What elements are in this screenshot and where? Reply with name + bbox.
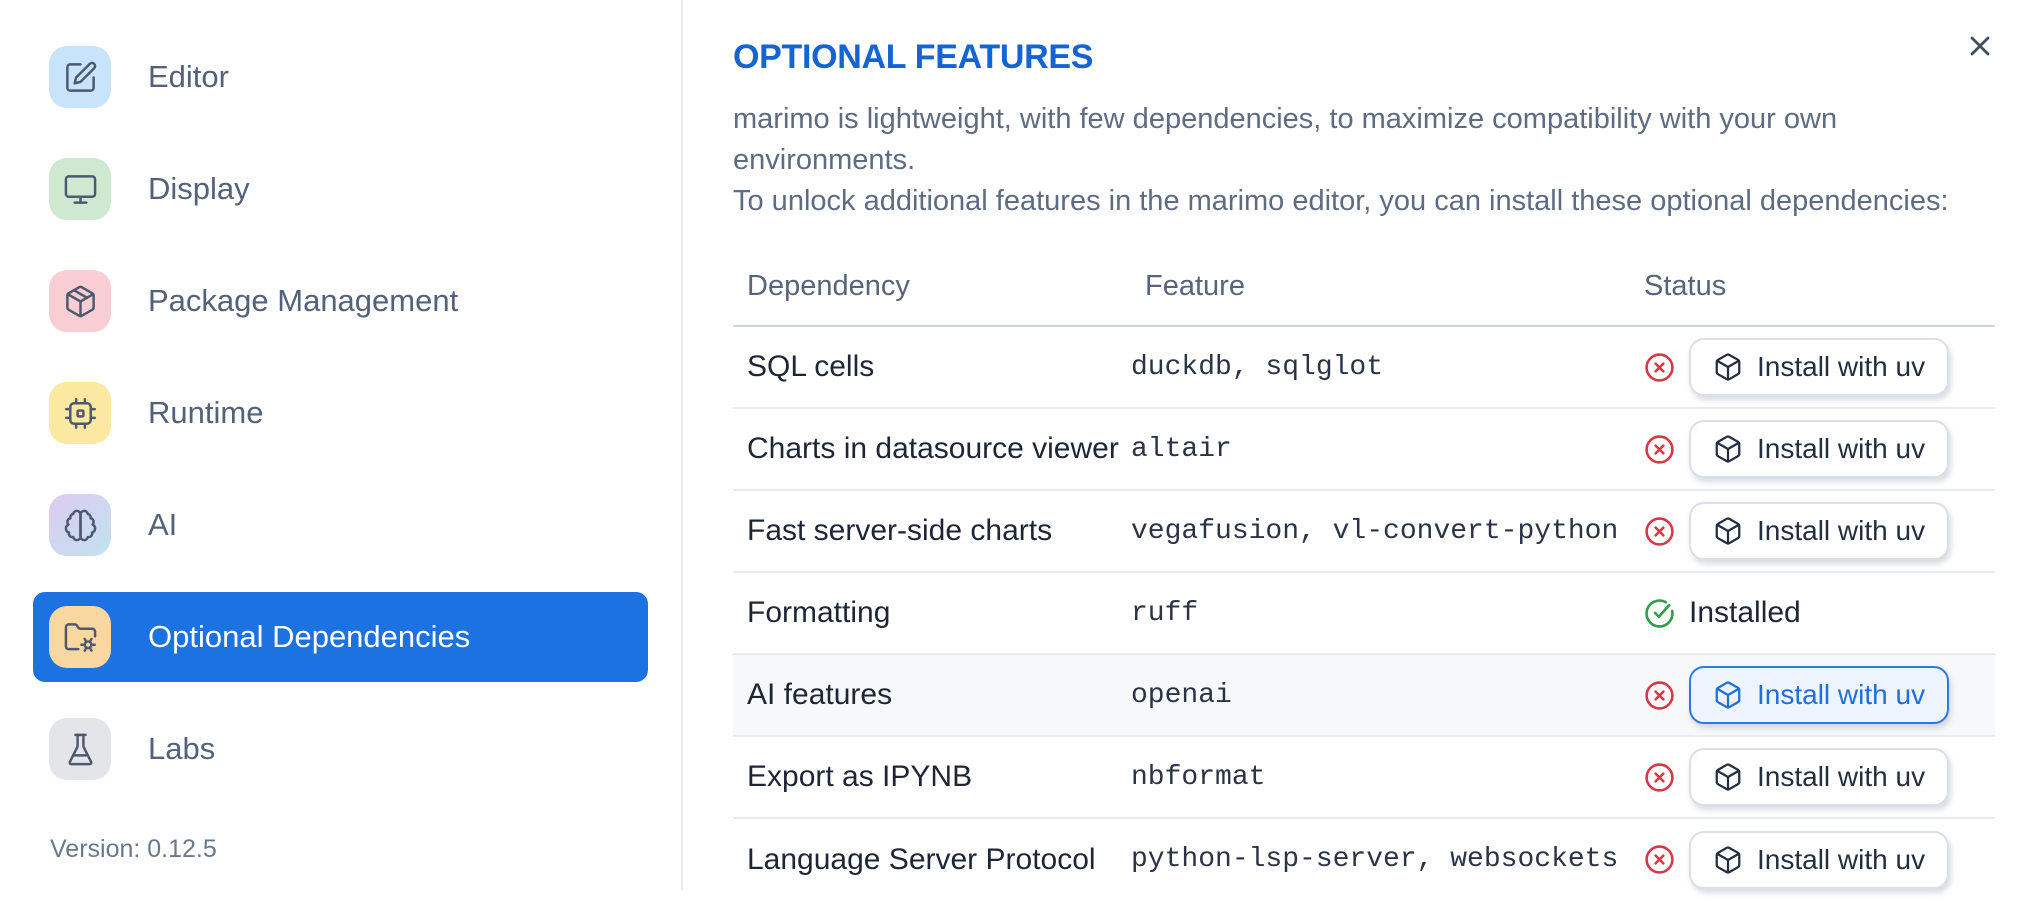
monitor-icon [49, 158, 111, 220]
box-icon [1713, 845, 1743, 875]
sidebar-item-label: Labs [148, 731, 216, 766]
version-label: Version: 0.12.5 [50, 835, 217, 863]
feature-packages: duckdb, sqlglot [1131, 351, 1384, 383]
sidebar-item-ai[interactable]: AI [33, 480, 648, 570]
description-line-2: To unlock additional features in the mar… [733, 185, 1949, 217]
optional-features-panel: OPTIONAL FEATURES marimo is lightweight,… [683, 0, 2042, 900]
install-with-uv-button[interactable]: Install with uv [1689, 748, 1950, 806]
feature-packages: vegafusion, vl-convert-python [1131, 489, 1630, 572]
table-row: Fast server-side charts vegafusion, vl-c… [733, 489, 1995, 572]
install-with-uv-button[interactable]: Install with uv [1689, 420, 1950, 478]
install-with-uv-button[interactable]: Install with uv [1689, 338, 1950, 396]
feature-packages: nbformat [1131, 735, 1630, 818]
sidebar-item-label: Editor [148, 59, 229, 94]
table-header-row: Dependency Feature Status [733, 256, 1995, 327]
table-row: Language Server Protocol python-lsp-serv… [733, 817, 1995, 900]
sidebar-item-package-management[interactable]: Package Management [33, 256, 648, 346]
table-row: SQL cells duckdb, sqlglot Install with u… [733, 326, 1995, 408]
sidebar-item-label: Package Management [148, 283, 459, 318]
description-line-1: marimo is lightweight, with few dependen… [733, 103, 1838, 176]
sidebar-item-editor[interactable]: Editor [33, 32, 648, 122]
circle-x-icon [1644, 762, 1675, 793]
install-button-label: Install with uv [1757, 761, 1926, 792]
column-header-status: Status [1630, 256, 1995, 327]
circle-x-icon [1644, 516, 1675, 547]
sidebar-item-runtime[interactable]: Runtime [33, 368, 648, 458]
sidebar-item-display[interactable]: Display [33, 144, 648, 234]
feature-packages: python-lsp-server, websockets [1131, 817, 1630, 900]
circle-x-icon [1644, 680, 1675, 711]
install-button-label: Install with uv [1757, 433, 1926, 464]
circle-x-icon [1644, 434, 1675, 465]
status-cell: Install with uv [1630, 653, 1995, 736]
status-cell: Install with uv [1630, 817, 1995, 900]
status-cell: Install with uv [1630, 326, 1995, 408]
install-with-uv-button[interactable]: Install with uv [1689, 830, 1950, 889]
dependency-name: Language Server Protocol [733, 817, 1131, 900]
status-wrap: Install with uv [1630, 338, 1995, 396]
install-button-label: Install with uv [1757, 843, 1926, 875]
sidebar-item-label: Runtime [148, 395, 264, 430]
status-cell: Installed [1630, 571, 1995, 654]
dependency-name: Export as IPYNB [733, 735, 1131, 818]
sidebar-item-optional-dependencies[interactable]: Optional Dependencies [33, 592, 648, 682]
brain-icon [49, 494, 111, 556]
dependency-name: Charts in datasource viewer [733, 407, 1131, 490]
status-cell: Install with uv [1630, 735, 1995, 818]
status-wrap: Install with uv [1630, 502, 1995, 560]
install-button-label: Install with uv [1757, 679, 1926, 710]
install-button-label: Install with uv [1757, 515, 1926, 546]
settings-dialog: Editor Display Package Management Runtim… [0, 0, 2042, 900]
box-icon [1713, 516, 1743, 546]
column-header-feature: Feature [1131, 256, 1630, 327]
close-icon [1964, 30, 1996, 62]
edit-icon [49, 46, 111, 108]
panel-description: marimo is lightweight, with few dependen… [733, 99, 1996, 222]
install-with-uv-button[interactable]: Install with uv [1689, 666, 1950, 724]
box-icon [1713, 434, 1743, 464]
installed-label: Installed [1689, 596, 1801, 629]
sidebar-item-label: Display [148, 171, 250, 206]
dependency-name: SQL cells [747, 350, 875, 383]
dependency-name: AI features [733, 653, 1131, 736]
cpu-icon [49, 382, 111, 444]
close-button[interactable] [1960, 26, 2000, 66]
circle-check-icon [1644, 598, 1675, 629]
status-wrap: Install with uv [1630, 666, 1995, 724]
status-cell: Install with uv [1630, 489, 1995, 572]
page-title: OPTIONAL FEATURES [733, 38, 1094, 76]
sidebar-item-labs[interactable]: Labs [33, 704, 648, 794]
feature-packages: altair [1131, 407, 1630, 490]
table-row: Export as IPYNB nbformat Install with uv [733, 735, 1995, 818]
box-icon [1713, 680, 1743, 710]
box-icon [1713, 352, 1743, 382]
sidebar-item-label: AI [148, 507, 178, 542]
circle-x-icon [1644, 844, 1675, 875]
table-row: Charts in datasource viewer altair Insta… [733, 407, 1995, 490]
settings-sidebar: Editor Display Package Management Runtim… [0, 0, 683, 890]
install-with-uv-button[interactable]: Install with uv [1689, 502, 1950, 560]
dependency-name: Fast server-side charts [733, 489, 1131, 572]
status-wrap: Install with uv [1630, 830, 1995, 889]
sidebar-item-label: Optional Dependencies [148, 619, 471, 654]
install-button-label: Install with uv [1757, 351, 1926, 382]
circle-x-icon [1644, 352, 1675, 383]
table-row: Formatting ruff Installed [733, 571, 1995, 654]
flask-icon [49, 718, 111, 780]
dependency-name: Formatting [733, 571, 1131, 654]
status-wrap: Installed [1630, 596, 1995, 630]
sidebar-items: Editor Display Package Management Runtim… [0, 32, 681, 794]
dependency-table: Dependency Feature Status SQL cells duck… [733, 256, 1995, 900]
folder-gear-icon [49, 606, 111, 668]
status-cell: Install with uv [1630, 407, 1995, 490]
column-header-dependency: Dependency [733, 256, 1131, 327]
status-wrap: Install with uv [1630, 420, 1995, 478]
dependency-table-body: SQL cells duckdb, sqlglot Install with u… [733, 326, 1995, 900]
status-wrap: Install with uv [1630, 748, 1995, 806]
feature-packages: openai [1131, 653, 1630, 736]
feature-packages: ruff [1131, 571, 1630, 654]
table-row: AI features openai Install with uv [733, 653, 1995, 736]
package-icon [49, 270, 111, 332]
box-icon [1713, 762, 1743, 792]
